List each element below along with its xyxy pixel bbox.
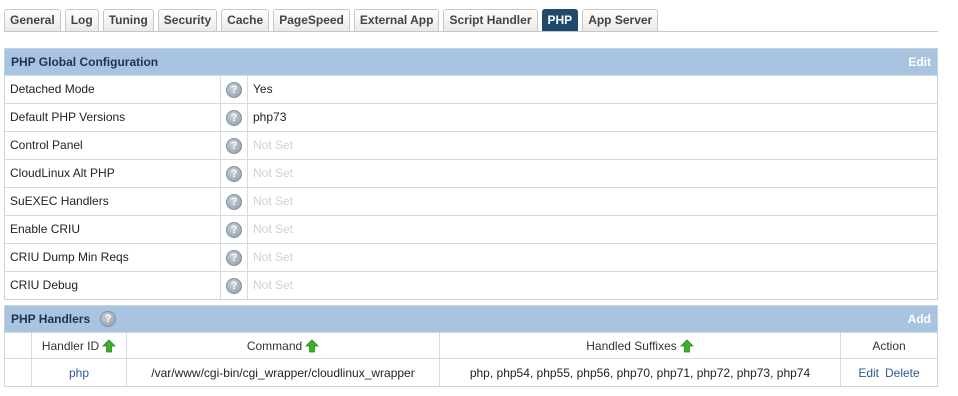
tab-general[interactable]: General (4, 9, 61, 31)
tab-security[interactable]: Security (157, 9, 218, 31)
sort-ascending-icon[interactable] (102, 338, 117, 353)
help-icon[interactable]: ? (100, 311, 117, 327)
help-icon[interactable]: ? (226, 221, 242, 238)
config-label: CloudLinux Alt PHP (5, 160, 221, 187)
config-value: Yes (253, 82, 273, 96)
tab-app-server[interactable]: App Server (582, 9, 659, 31)
config-row-enable-criu: Enable CRIU ? Not Set (5, 215, 937, 243)
panel-header: PHP Global Configuration Edit (5, 49, 937, 75)
tab-external-app[interactable]: External App (353, 9, 440, 31)
tab-bar: General Log Tuning Security Cache PageSp… (4, 9, 662, 32)
column-header-action: Action (872, 338, 906, 353)
php-handlers-panel: PHP Handlers ? Add Handler ID Command Ha… (4, 305, 938, 387)
config-value: Not Set (253, 278, 294, 292)
config-label: SuEXEC Handlers (5, 188, 221, 215)
sort-ascending-icon[interactable] (679, 338, 694, 353)
tab-cache[interactable]: Cache (221, 9, 270, 31)
config-row-criu-dump-min-reqs: CRIU Dump Min Reqs ? Not Set (5, 243, 937, 271)
config-row-suexec-handlers: SuEXEC Handlers ? Not Set (5, 187, 937, 215)
panel-title: PHP Handlers (11, 312, 91, 326)
config-label: Enable CRIU (5, 216, 221, 243)
row-actions: Edit Delete (841, 359, 937, 386)
add-button[interactable]: Add (908, 306, 931, 332)
table-header-row: Handler ID Command Handled Suffixes Acti… (5, 332, 937, 358)
config-label: Detached Mode (5, 76, 221, 103)
table-header-spacer (5, 333, 32, 358)
tab-php[interactable]: PHP (541, 9, 579, 31)
config-row-control-panel: Control Panel ? Not Set (5, 131, 937, 159)
column-header-handled-suffixes[interactable]: Handled Suffixes (440, 333, 841, 358)
tab-tuning[interactable]: Tuning (102, 9, 154, 31)
handler-command: /var/www/cgi-bin/cgi_wrapper/cloudlinux_… (127, 359, 440, 386)
column-header-handler-id[interactable]: Handler ID (32, 333, 127, 358)
help-icon[interactable]: ? (226, 277, 242, 294)
handler-suffixes: php, php54, php55, php56, php70, php71, … (440, 359, 841, 386)
help-icon[interactable]: ? (226, 137, 242, 154)
config-value: Not Set (253, 222, 294, 236)
edit-handler-link[interactable]: Edit (858, 366, 879, 380)
delete-handler-link[interactable]: Delete (885, 366, 920, 380)
tab-pagespeed[interactable]: PageSpeed (273, 9, 350, 31)
column-header-label: Handler ID (41, 338, 100, 353)
help-icon[interactable]: ? (226, 109, 242, 126)
config-label: CRIU Debug (5, 272, 221, 299)
config-row-detached-mode: Detached Mode ? Yes (5, 75, 937, 103)
help-icon[interactable]: ? (226, 249, 242, 266)
config-row-default-php-versions: Default PHP Versions ? php73 (5, 103, 937, 131)
tab-script-handler[interactable]: Script Handler (443, 9, 538, 31)
config-value: Not Set (253, 194, 294, 208)
config-row-cloudlinux-alt-php: CloudLinux Alt PHP ? Not Set (5, 159, 937, 187)
config-row-criu-debug: CRIU Debug ? Not Set (5, 271, 937, 299)
tab-divider (4, 31, 938, 32)
panel-title: PHP Global Configuration (11, 55, 159, 69)
help-icon[interactable]: ? (226, 165, 242, 182)
tab-log[interactable]: Log (64, 9, 99, 31)
config-label: Default PHP Versions (5, 104, 221, 131)
config-value: php73 (253, 110, 287, 124)
config-value: Not Set (253, 250, 294, 264)
help-icon[interactable]: ? (226, 193, 242, 210)
php-global-config-panel: PHP Global Configuration Edit Detached M… (4, 48, 938, 300)
config-value: Not Set (253, 138, 294, 152)
config-label: Control Panel (5, 132, 221, 159)
config-value: Not Set (253, 166, 294, 180)
column-header-label: Command (246, 338, 303, 353)
sort-ascending-icon[interactable] (305, 338, 320, 353)
config-label: CRIU Dump Min Reqs (5, 244, 221, 271)
column-header-command[interactable]: Command (127, 333, 440, 358)
handler-id-link[interactable]: php (32, 359, 127, 386)
table-row: php /var/www/cgi-bin/cgi_wrapper/cloudli… (5, 358, 937, 386)
edit-button[interactable]: Edit (908, 49, 931, 75)
column-header-label: Handled Suffixes (586, 338, 677, 353)
panel-header: PHP Handlers ? Add (5, 306, 937, 332)
row-spacer (5, 359, 32, 386)
help-icon[interactable]: ? (226, 81, 242, 98)
